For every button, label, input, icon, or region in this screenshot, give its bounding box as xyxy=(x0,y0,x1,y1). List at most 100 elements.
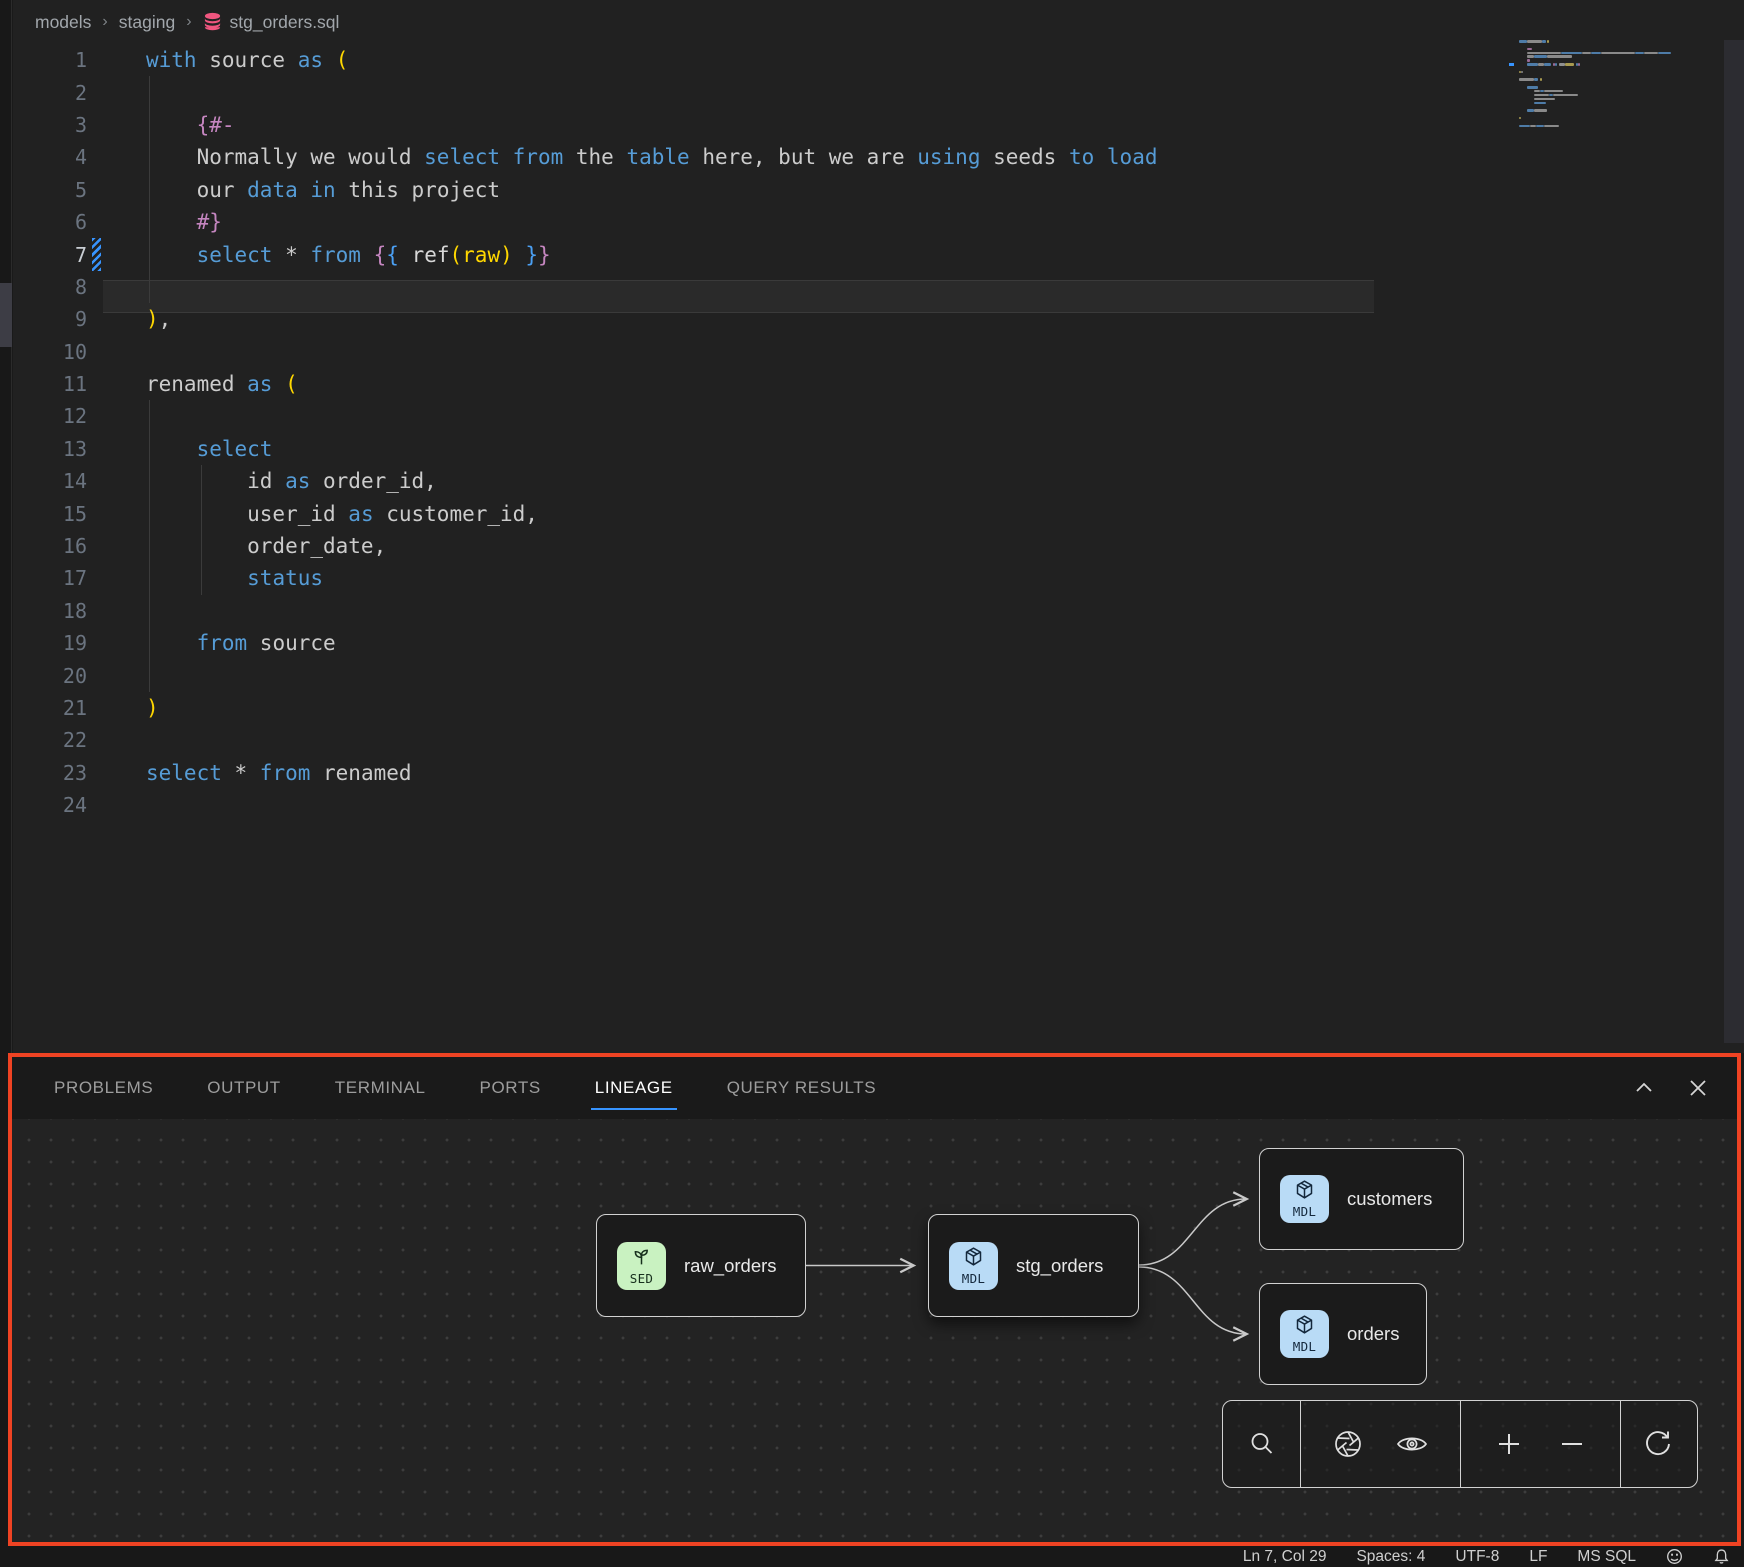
code-line[interactable]: 12 xyxy=(13,400,1744,432)
breadcrumb-separator: › xyxy=(102,13,107,31)
line-number: 8 xyxy=(13,275,87,299)
gutter-spacer xyxy=(92,530,101,562)
line-number: 15 xyxy=(13,502,87,526)
gutter-spacer xyxy=(92,757,101,789)
code-line[interactable]: 2 xyxy=(13,76,1744,108)
gutter-spacer xyxy=(92,206,101,238)
code-line[interactable]: 7 select * from {{ ref(raw) }} xyxy=(13,238,1744,270)
gutter-spacer xyxy=(92,659,101,691)
status-eol[interactable]: LF xyxy=(1529,1548,1547,1566)
zoom-in-icon[interactable] xyxy=(1494,1429,1524,1459)
edge-stg-to-orders xyxy=(1139,1267,1246,1334)
feedback-smiley-icon[interactable] xyxy=(1666,1548,1683,1565)
code-line[interactable]: 24 xyxy=(13,789,1744,821)
code-text: renamed as ( xyxy=(101,372,298,396)
model-badge: MDL xyxy=(1280,1175,1329,1223)
line-number: 7 xyxy=(13,243,87,267)
code-text: Normally we would select from the table … xyxy=(101,145,1158,169)
breadcrumb-item-staging[interactable]: staging xyxy=(119,12,175,33)
code-text: select xyxy=(101,437,272,461)
aperture-icon[interactable] xyxy=(1332,1428,1364,1460)
cube-icon xyxy=(1294,1179,1315,1205)
breadcrumb-item-models[interactable]: models xyxy=(35,12,91,33)
code-line[interactable]: 4 Normally we would select from the tabl… xyxy=(13,141,1744,173)
code-text: ) xyxy=(101,696,159,720)
line-number: 5 xyxy=(13,178,87,202)
line-number: 14 xyxy=(13,469,87,493)
badge-label: SED xyxy=(630,1271,653,1286)
panel-tab-bar: PROBLEMS OUTPUT TERMINAL PORTS LINEAGE QUERY … xyxy=(12,1057,1737,1119)
status-encoding[interactable]: UTF-8 xyxy=(1455,1548,1499,1566)
line-number: 6 xyxy=(13,210,87,234)
close-panel-icon[interactable] xyxy=(1687,1077,1709,1099)
status-cursor-position[interactable]: Ln 7, Col 29 xyxy=(1243,1548,1327,1566)
code-line[interactable]: 21) xyxy=(13,692,1744,724)
code-line[interactable]: 19 from source xyxy=(13,627,1744,659)
cube-icon xyxy=(1294,1314,1315,1340)
status-language-mode[interactable]: MS SQL xyxy=(1577,1548,1636,1566)
code-line[interactable]: 18 xyxy=(13,595,1744,627)
refresh-icon[interactable] xyxy=(1642,1428,1674,1460)
code-line[interactable]: 17 status xyxy=(13,562,1744,594)
status-indentation[interactable]: Spaces: 4 xyxy=(1356,1548,1425,1566)
status-bar: Ln 7, Col 29 Spaces: 4 UTF-8 LF MS SQL xyxy=(0,1546,1744,1567)
search-icon[interactable] xyxy=(1247,1429,1277,1459)
code-text: from source xyxy=(101,631,336,655)
code-line[interactable]: 9), xyxy=(13,303,1744,335)
code-text: id as order_id, xyxy=(101,469,437,493)
code-text: user_id as customer_id, xyxy=(101,502,538,526)
code-line[interactable]: 23select * from renamed xyxy=(13,757,1744,789)
code-line[interactable]: 6 #} xyxy=(13,206,1744,238)
panel-tab-lineage[interactable]: LINEAGE xyxy=(593,1064,675,1112)
breadcrumb-file[interactable]: stg_orders.sql xyxy=(230,12,340,33)
code-area[interactable]: 1with source as (23 {#-4 Normally we wou… xyxy=(13,44,1744,821)
panel-tab-output[interactable]: OUTPUT xyxy=(205,1064,282,1112)
line-number: 12 xyxy=(13,404,87,428)
code-text: select * from {{ ref(raw) }} xyxy=(101,243,551,267)
breadcrumb: models › staging › stg_orders.sql xyxy=(13,0,1744,44)
minimap[interactable] xyxy=(1519,40,1719,132)
node-label: stg_orders xyxy=(1016,1255,1103,1277)
code-text: {#- xyxy=(101,113,235,137)
code-text: order_date, xyxy=(101,534,386,558)
gutter-spacer xyxy=(92,174,101,206)
lineage-canvas[interactable]: SED raw_orders MDL stg_orders xyxy=(12,1119,1737,1542)
code-line[interactable]: 20 xyxy=(13,659,1744,691)
code-line[interactable]: 14 id as order_id, xyxy=(13,465,1744,497)
bell-icon[interactable] xyxy=(1713,1548,1730,1565)
code-text: status xyxy=(101,566,323,590)
line-number: 21 xyxy=(13,696,87,720)
panel-tab-terminal[interactable]: TERMINAL xyxy=(333,1064,428,1112)
code-line[interactable]: 13 select xyxy=(13,433,1744,465)
code-line[interactable]: 8 xyxy=(13,271,1744,303)
gutter-spacer xyxy=(92,692,101,724)
code-line[interactable]: 1with source as ( xyxy=(13,44,1744,76)
code-line[interactable]: 3 {#- xyxy=(13,109,1744,141)
code-line[interactable]: 10 xyxy=(13,336,1744,368)
code-line[interactable]: 16 order_date, xyxy=(13,530,1744,562)
code-line[interactable]: 15 user_id as customer_id, xyxy=(13,497,1744,529)
chevron-up-icon[interactable] xyxy=(1633,1077,1655,1099)
database-icon xyxy=(203,12,222,36)
line-number: 4 xyxy=(13,145,87,169)
panel-tab-ports[interactable]: PORTS xyxy=(478,1064,543,1112)
code-line[interactable]: 11renamed as ( xyxy=(13,368,1744,400)
code-line[interactable]: 22 xyxy=(13,724,1744,756)
lineage-node-orders[interactable]: MDL orders xyxy=(1259,1283,1427,1385)
gutter-spacer xyxy=(92,562,101,594)
code-line[interactable]: 5 our data in this project xyxy=(13,174,1744,206)
lineage-node-stg-orders[interactable]: MDL stg_orders xyxy=(928,1214,1139,1317)
lineage-node-raw-orders[interactable]: SED raw_orders xyxy=(596,1214,806,1317)
editor-scrollbar[interactable] xyxy=(1724,40,1744,1043)
gutter-spacer xyxy=(92,76,101,108)
line-number: 20 xyxy=(13,664,87,688)
panel-tab-problems[interactable]: PROBLEMS xyxy=(52,1064,155,1112)
node-label: customers xyxy=(1347,1188,1432,1210)
panel-tab-query-results[interactable]: QUERY RESULTS xyxy=(725,1064,879,1112)
lineage-node-customers[interactable]: MDL customers xyxy=(1259,1148,1464,1250)
git-modified-marker xyxy=(92,238,101,270)
side-rail-handle[interactable] xyxy=(0,283,12,347)
gutter-spacer xyxy=(92,400,101,432)
zoom-out-icon[interactable] xyxy=(1557,1429,1587,1459)
eye-icon[interactable] xyxy=(1395,1427,1429,1461)
